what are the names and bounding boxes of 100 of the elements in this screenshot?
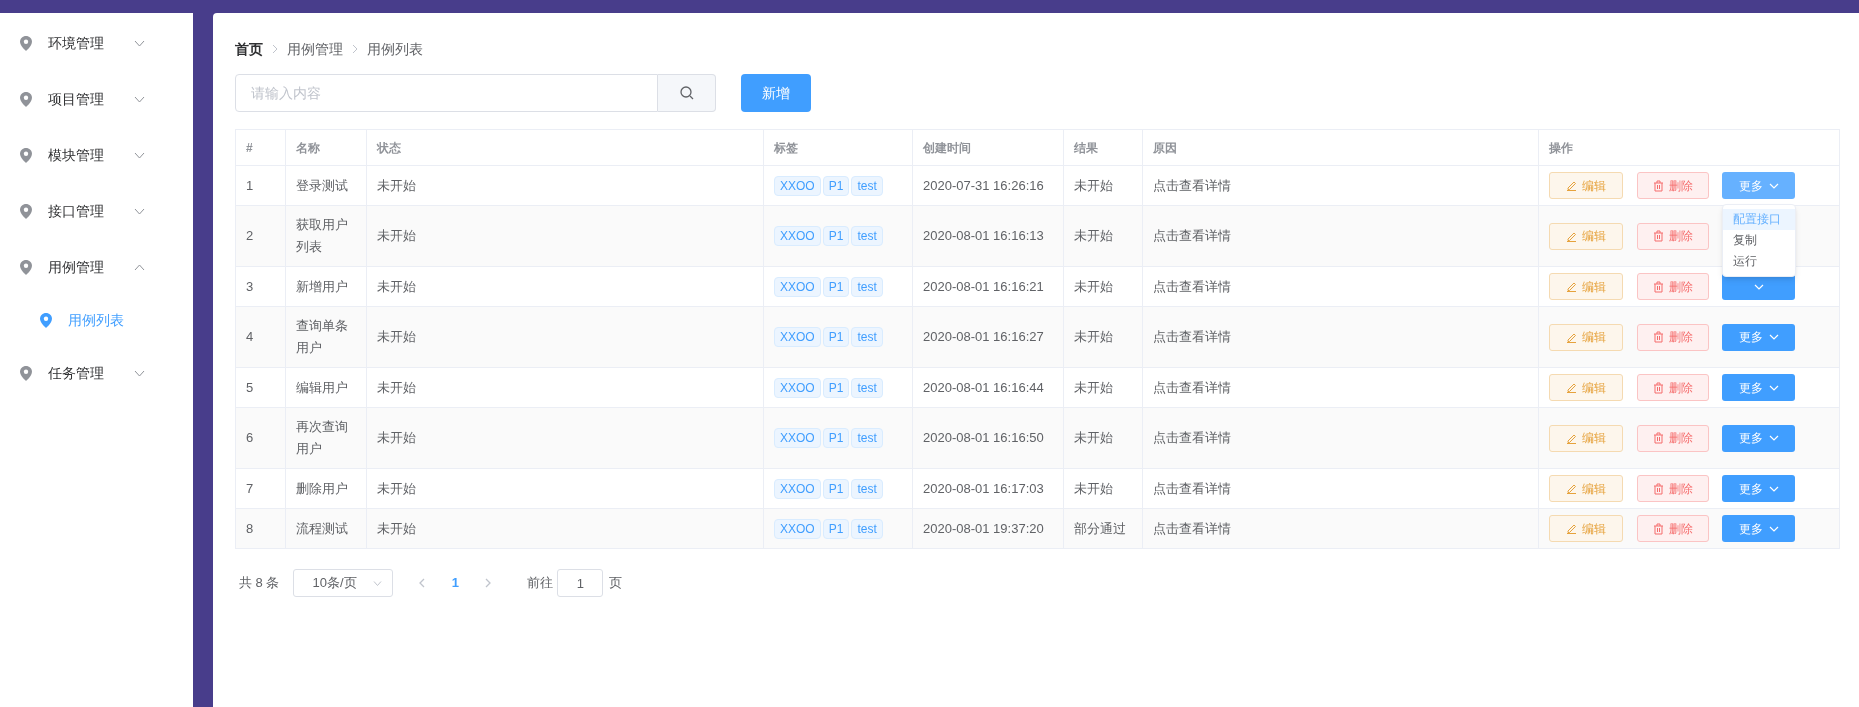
tag: XXOO (774, 377, 821, 398)
edit-button[interactable]: 编辑 (1549, 475, 1623, 502)
sidebar-menu-item[interactable]: 项目管理 (0, 71, 193, 127)
table-cell: 2020-08-01 16:17:03 (912, 468, 1064, 509)
tag: P1 (822, 518, 850, 539)
more-dropdown-button[interactable]: 更多 (1722, 172, 1795, 199)
trash-icon (1653, 432, 1664, 444)
more-dropdown-button[interactable]: 更多 (1722, 374, 1795, 401)
edit-button[interactable]: 编辑 (1549, 172, 1623, 199)
more-dropdown-button[interactable]: 更多 (1722, 424, 1795, 452)
table-cell: 2020-08-01 16:16:50 (912, 407, 1064, 469)
table-cell: 部分通过 (1063, 508, 1143, 549)
delete-button[interactable]: 删除 (1637, 172, 1709, 199)
delete-button[interactable]: 删除 (1637, 424, 1709, 452)
dropdown-menu-item[interactable]: 配置接口 (1723, 209, 1795, 230)
sidebar-menu-item[interactable]: 环境管理 (0, 15, 193, 71)
tag: test (851, 276, 883, 297)
table-cell: 点击查看详情 (1142, 205, 1539, 267)
edit-button[interactable]: 编辑 (1549, 374, 1623, 401)
tag: test (851, 175, 883, 196)
sidebar-menu-item[interactable]: 用例管理 (0, 239, 193, 295)
table-cell: 2 (235, 205, 286, 267)
edit-button[interactable]: 编辑 (1549, 424, 1623, 452)
delete-button[interactable]: 删除 (1637, 222, 1709, 250)
page-size-select[interactable]: 10条/页 (293, 569, 394, 597)
tag: XXOO (774, 428, 821, 448)
search-field[interactable]: 请输入内容 (235, 74, 658, 112)
column-header: 名称 (285, 129, 367, 166)
total-count: 共 8 条 (239, 574, 280, 593)
sidebar-menu-item[interactable]: 接口管理 (0, 183, 193, 239)
delete-button[interactable]: 删除 (1637, 323, 1709, 351)
breadcrumb-separator-icon (272, 44, 278, 54)
location-pin-icon (20, 91, 32, 107)
pencil-icon (1566, 180, 1577, 191)
delete-button[interactable]: 删除 (1637, 273, 1709, 300)
chevron-down-icon (134, 95, 145, 103)
tag: XXOO (774, 478, 821, 499)
table-cell: 获取用户列表 (285, 205, 367, 267)
trash-icon (1653, 522, 1664, 535)
chevron-down-icon (1768, 525, 1779, 532)
sidebar-submenu-item[interactable]: 用例列表 (0, 295, 193, 345)
more-dropdown-button[interactable]: 更多 (1722, 475, 1795, 502)
delete-button[interactable]: 删除 (1637, 515, 1709, 542)
chevron-right-icon (485, 578, 492, 588)
column-header: 操作 (1538, 129, 1840, 166)
delete-button[interactable]: 删除 (1637, 475, 1709, 502)
dropdown-menu-item[interactable]: 复制 (1723, 230, 1795, 251)
location-pin-icon (20, 147, 32, 163)
more-dropdown-button[interactable]: 更多 (1722, 515, 1795, 542)
table-cell: 再次查询用户 (285, 407, 367, 469)
add-button[interactable]: 新增 (741, 74, 811, 112)
edit-button[interactable]: 编辑 (1549, 323, 1623, 351)
tag: P1 (822, 226, 850, 246)
table-cell: 流程测试 (285, 508, 367, 549)
tag: P1 (822, 428, 850, 448)
page-number[interactable]: 1 (437, 569, 474, 597)
search-icon (679, 86, 694, 100)
column-header: 原因 (1142, 129, 1539, 166)
tag: P1 (822, 175, 850, 196)
chevron-down-icon (134, 369, 145, 377)
sidebar-menu-item[interactable]: 模块管理 (0, 127, 193, 183)
pencil-icon (1566, 523, 1577, 534)
location-pin-icon (20, 203, 32, 219)
search-button[interactable] (658, 74, 716, 112)
table-cell: 未开始 (1063, 205, 1143, 267)
dropdown-menu-item[interactable]: 运行 (1723, 251, 1795, 272)
tag: test (851, 518, 883, 539)
edit-button[interactable]: 编辑 (1549, 222, 1623, 250)
table-cell: 未开始 (366, 306, 764, 368)
sidebar-menu-item[interactable]: 任务管理 (0, 345, 193, 401)
table-cell: 点击查看详情 (1142, 367, 1539, 408)
tag: P1 (822, 276, 850, 297)
delete-button[interactable]: 删除 (1637, 374, 1709, 401)
table-cell: 2020-08-01 16:16:21 (912, 266, 1064, 307)
tag: test (851, 428, 883, 448)
table-cell: 2020-08-01 19:37:20 (912, 508, 1064, 549)
table-cell: 4 (235, 306, 286, 368)
breadcrumb-link[interactable]: 首页 (235, 38, 263, 60)
pencil-icon (1566, 281, 1577, 292)
table-cell: 未开始 (1063, 266, 1143, 307)
edit-button[interactable]: 编辑 (1549, 515, 1623, 542)
tag: P1 (822, 327, 850, 347)
table-cell: 2020-08-01 16:16:44 (912, 367, 1064, 408)
tag: test (851, 478, 883, 499)
trash-icon (1653, 331, 1664, 343)
breadcrumb-item: 用例列表 (367, 39, 423, 59)
table-cell: 未开始 (366, 266, 764, 307)
chevron-down-icon (134, 151, 145, 159)
table-cell: 点击查看详情 (1142, 468, 1539, 509)
table-cell: 点击查看详情 (1142, 407, 1539, 469)
table-cell: 1 (235, 165, 286, 206)
pencil-icon (1566, 432, 1577, 444)
column-header: 创建时间 (912, 129, 1064, 166)
edit-button[interactable]: 编辑 (1549, 273, 1623, 300)
table-cell: 未开始 (366, 205, 764, 267)
table-cell: 点击查看详情 (1142, 508, 1539, 549)
table-cell: 未开始 (1063, 367, 1143, 408)
table-cell: 未开始 (1063, 407, 1143, 469)
page-jump-field[interactable]: 1 (557, 569, 604, 597)
more-dropdown-button[interactable]: 更多 (1722, 323, 1795, 351)
